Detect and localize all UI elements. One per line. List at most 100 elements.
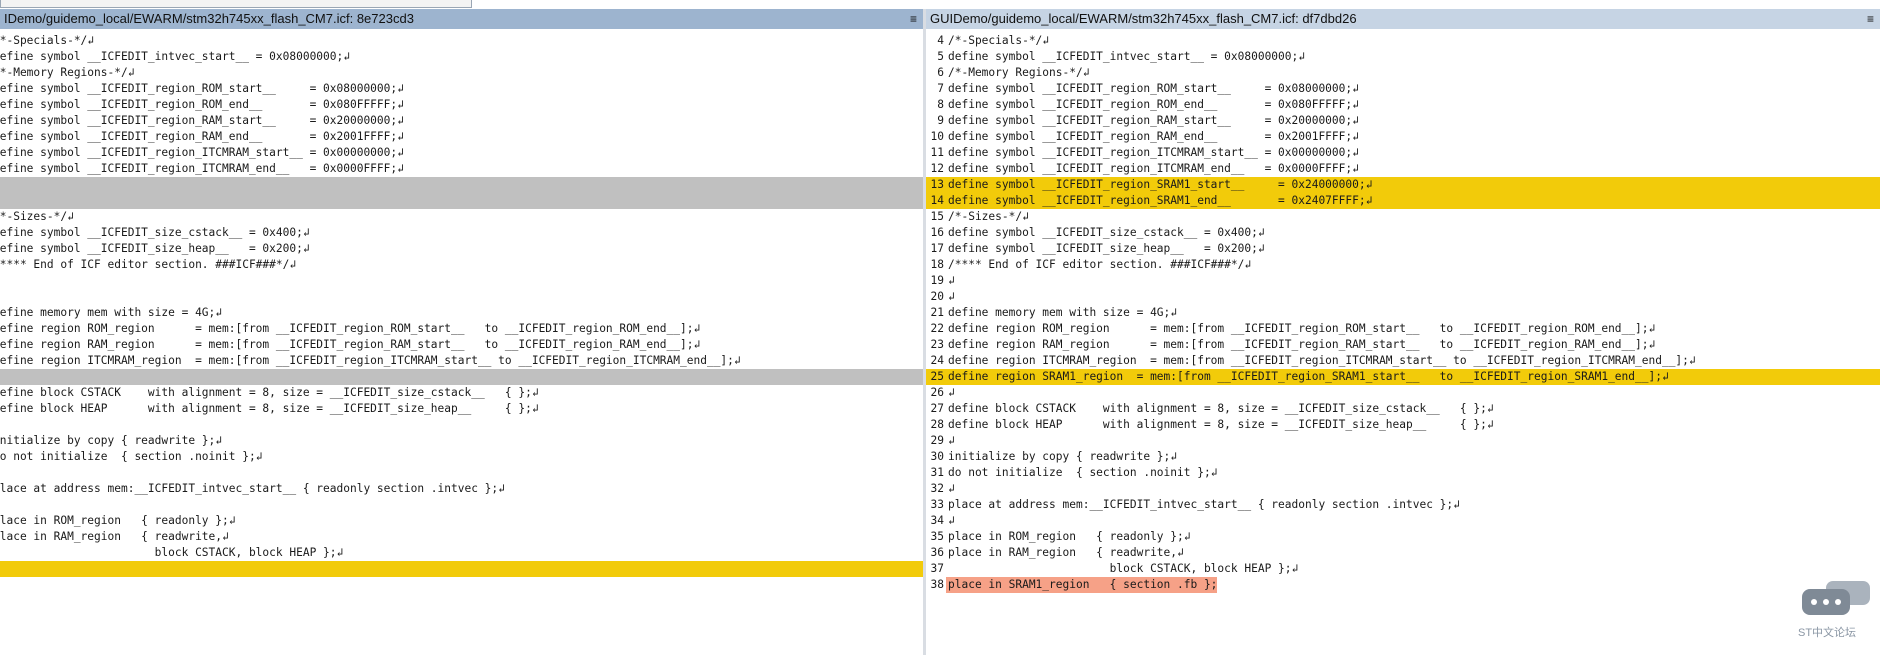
code-line[interactable]: 21 define memory mem with size = 4G;↲ [926, 305, 1880, 321]
code-line[interactable]: 5 define symbol __ICFEDIT_intvec_start__ … [926, 49, 1880, 65]
code-line[interactable]: 15 /*-Sizes-*/↲ [926, 209, 1880, 225]
code-line[interactable]: 10 define symbol __ICFEDIT_region_RAM_end… [926, 129, 1880, 145]
code-line-text: define region ITCMRAM_region = mem:[from… [948, 354, 1696, 367]
code-line[interactable]: 9 define symbol __ICFEDIT_region_RAM_star… [926, 113, 1880, 129]
code-line[interactable]: 23 define region RAM_region = mem:[from _… [926, 337, 1880, 353]
code-line[interactable]: 28 define block HEAP with alignment = 8, … [926, 417, 1880, 433]
code-line-text: define region ROM_region = mem:[from __I… [0, 322, 701, 335]
code-line[interactable]: 8 define symbol __ICFEDIT_region_ROM_end_… [926, 97, 1880, 113]
code-line[interactable]: 27 define block CSTACK with alignment = 8… [926, 401, 1880, 417]
code-line[interactable]: 33 place at address mem:__ICFEDIT_intvec_… [926, 497, 1880, 513]
line-number: 37 [930, 562, 944, 575]
code-line[interactable]: 12 define symbol __ICFEDIT_region_ITCMRAM… [926, 161, 1880, 177]
line-number: 9 [937, 114, 944, 127]
code-line[interactable]: ↲ [0, 465, 923, 481]
left-code-view[interactable]: /*-Specials-*/↲ define symbol __ICFEDIT_i… [0, 33, 923, 577]
code-line[interactable]: define region RAM_region = mem:[from __I… [0, 337, 923, 353]
code-line[interactable]: 19 ↲ [926, 273, 1880, 289]
code-line[interactable]: 17 define symbol __ICFEDIT_size_heap__ = … [926, 241, 1880, 257]
left-pane-menu-icon[interactable]: ≡ [910, 9, 917, 29]
code-line[interactable]: do not initialize { section .noinit };↲ [0, 449, 923, 465]
code-line[interactable]: ↲ [0, 497, 923, 513]
code-line[interactable]: 7 define symbol __ICFEDIT_region_ROM_star… [926, 81, 1880, 97]
code-line[interactable]: place in ROM_region { readonly };↲ [0, 513, 923, 529]
code-line[interactable] [0, 177, 923, 193]
code-line-text: define symbol __ICFEDIT_region_SRAM1_end… [948, 194, 1373, 207]
code-line[interactable] [0, 193, 923, 209]
line-number: 29 [930, 434, 944, 447]
code-line[interactable]: 16 define symbol __ICFEDIT_size_cstack__ … [926, 225, 1880, 241]
code-line[interactable]: define symbol __ICFEDIT_region_ROM_end__… [0, 97, 923, 113]
code-line[interactable]: 6 /*-Memory Regions-*/↲ [926, 65, 1880, 81]
code-line[interactable]: 34 ↲ [926, 513, 1880, 529]
code-line[interactable]: 38 place in SRAM1_region { section .fb }; [926, 577, 1880, 593]
code-line[interactable]: define symbol __ICFEDIT_region_ITCMRAM_s… [0, 145, 923, 161]
code-line[interactable]: place in RAM_region { readwrite,↲ [0, 529, 923, 545]
code-line[interactable]: 18 /**** End of ICF editor section. ###IC… [926, 257, 1880, 273]
code-line[interactable]: 11 define symbol __ICFEDIT_region_ITCMRAM… [926, 145, 1880, 161]
code-line[interactable]: 29 ↲ [926, 433, 1880, 449]
code-line[interactable]: 32 ↲ [926, 481, 1880, 497]
line-number: 12 [930, 162, 944, 175]
code-line-text: define symbol __ICFEDIT_size_cstack__ = … [0, 226, 310, 239]
right-pane-menu-icon[interactable]: ≡ [1867, 9, 1874, 29]
code-line[interactable]: 35 place in ROM_region { readonly };↲ [926, 529, 1880, 545]
code-line[interactable]: initialize by copy { readwrite };↲ [0, 433, 923, 449]
code-line-text: define region RAM_region = mem:[from __I… [948, 338, 1656, 351]
code-line-text: place in RAM_region { readwrite,↲ [0, 530, 229, 543]
line-number: 17 [930, 242, 944, 255]
code-line[interactable]: define block CSTACK with alignment = 8, … [0, 385, 923, 401]
code-line-text: define region SRAM1_region = mem:[from _… [948, 370, 1669, 383]
code-line[interactable]: 31 do not initialize { section .noinit };… [926, 465, 1880, 481]
code-line[interactable]: 36 place in RAM_region { readwrite,↲ [926, 545, 1880, 561]
code-line[interactable]: /*-Sizes-*/↲ [0, 209, 923, 225]
code-line-text: define symbol __ICFEDIT_region_ITCMRAM_e… [0, 162, 404, 175]
code-line[interactable]: 37 block CSTACK, block HEAP };↲ [926, 561, 1880, 577]
code-line[interactable]: /*-Memory Regions-*/↲ [0, 65, 923, 81]
code-line[interactable]: ↲ [0, 289, 923, 305]
right-code-view[interactable]: 4 /*-Specials-*/↲ 5 define symbol __ICFEDIT… [926, 33, 1880, 593]
code-line[interactable]: define region ITCMRAM_region = mem:[from… [0, 353, 923, 369]
code-line[interactable]: ↲ [0, 417, 923, 433]
code-line[interactable]: 20 ↲ [926, 289, 1880, 305]
background-window-tab[interactable] [0, 0, 472, 8]
code-line-text: ↲ [948, 514, 955, 527]
code-line[interactable]: define memory mem with size = 4G;↲ [0, 305, 923, 321]
code-line-text: place at address mem:__ICFEDIT_intvec_st… [948, 498, 1460, 511]
code-line[interactable]: define region ROM_region = mem:[from __I… [0, 321, 923, 337]
code-line[interactable]: define symbol __ICFEDIT_region_RAM_start… [0, 113, 923, 129]
code-line[interactable]: place at address mem:__ICFEDIT_intvec_st… [0, 481, 923, 497]
code-line[interactable] [0, 369, 923, 385]
code-line[interactable]: define symbol __ICFEDIT_size_heap__ = 0x… [0, 241, 923, 257]
left-diff-pane[interactable]: IDemo/guidemo_local/EWARM/stm32h745xx_fl… [0, 9, 923, 655]
code-line[interactable]: define symbol __ICFEDIT_region_ITCMRAM_e… [0, 161, 923, 177]
code-line[interactable] [0, 561, 923, 577]
line-number: 27 [930, 402, 944, 415]
line-number: 36 [930, 546, 944, 559]
code-line[interactable]: /**** End of ICF editor section. ###ICF#… [0, 257, 923, 273]
code-line-text: /*-Specials-*/↲ [948, 34, 1050, 47]
code-line[interactable]: 24 define region ITCMRAM_region = mem:[fr… [926, 353, 1880, 369]
code-line[interactable]: /*-Specials-*/↲ [0, 33, 923, 49]
code-line[interactable]: 14 define symbol __ICFEDIT_region_SRAM1_e… [926, 193, 1880, 209]
line-number: 15 [930, 210, 944, 223]
code-line-text: define symbol __ICFEDIT_size_heap__ = 0x… [0, 242, 310, 255]
code-line[interactable]: define symbol __ICFEDIT_size_cstack__ = … [0, 225, 923, 241]
code-line[interactable]: block CSTACK, block HEAP };↲ [0, 545, 923, 561]
code-line[interactable]: 26 ↲ [926, 385, 1880, 401]
line-number: 18 [930, 258, 944, 271]
code-line[interactable]: ↲ [0, 273, 923, 289]
code-line-text: define symbol __ICFEDIT_region_RAM_start… [0, 114, 404, 127]
code-line-text: define symbol __ICFEDIT_region_ITCMRAM_s… [948, 146, 1359, 159]
code-line[interactable]: 13 define symbol __ICFEDIT_region_SRAM1_s… [926, 177, 1880, 193]
code-line[interactable]: define symbol __ICFEDIT_region_ROM_start… [0, 81, 923, 97]
code-line[interactable]: 25 define region SRAM1_region = mem:[from… [926, 369, 1880, 385]
right-diff-pane[interactable]: GUIDemo/guidemo_local/EWARM/stm32h745xx_… [926, 9, 1880, 655]
line-number: 4 [937, 34, 944, 47]
code-line[interactable]: 4 /*-Specials-*/↲ [926, 33, 1880, 49]
code-line[interactable]: define symbol __ICFEDIT_intvec_start__ =… [0, 49, 923, 65]
code-line[interactable]: define block HEAP with alignment = 8, si… [0, 401, 923, 417]
code-line[interactable]: 30 initialize by copy { readwrite };↲ [926, 449, 1880, 465]
code-line[interactable]: define symbol __ICFEDIT_region_RAM_end__… [0, 129, 923, 145]
code-line[interactable]: 22 define region ROM_region = mem:[from _… [926, 321, 1880, 337]
